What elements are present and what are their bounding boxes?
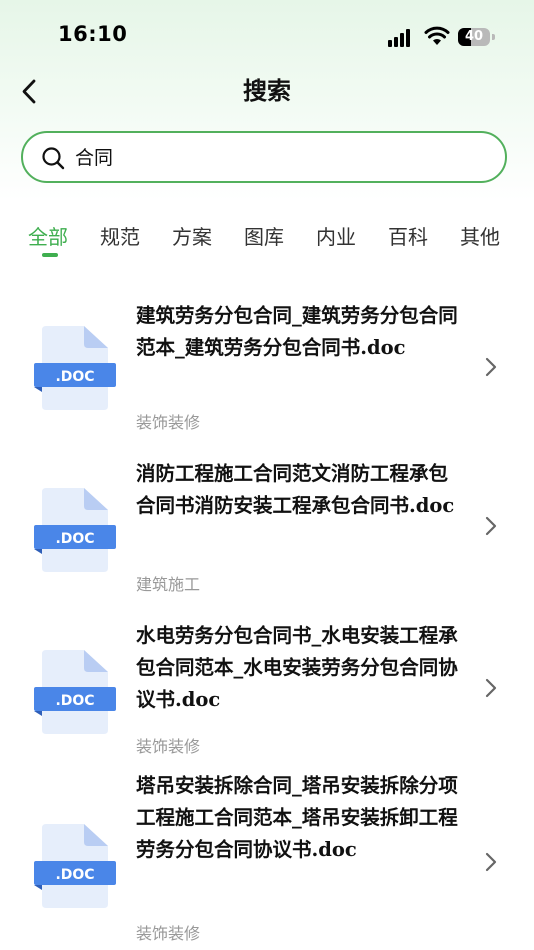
result-title: 消防工程施工合同范文消防工程承包合同书消防安装工程承包合同书.doc [136, 462, 455, 517]
doc-file-icon: .DOC [34, 488, 116, 572]
chevron-right-icon [485, 678, 497, 698]
battery-icon: 40 [458, 28, 490, 46]
file-type-label: .DOC [55, 531, 94, 547]
battery-level: 40 [464, 29, 484, 44]
doc-file-icon: .DOC [34, 326, 116, 410]
file-type-label: .DOC [55, 693, 94, 709]
battery-cap [492, 34, 495, 40]
chevron-right-icon [485, 852, 497, 872]
list-item[interactable]: .DOC 水电劳务分包合同书_水电安装工程承包合同范本_水电安装劳务分包合同协议… [0, 614, 534, 774]
tab-wiki[interactable]: 百科 [388, 222, 428, 252]
doc-file-icon: .DOC [34, 824, 116, 908]
signal-icon [388, 28, 416, 47]
result-category: 装饰装修 [136, 413, 201, 432]
list-item[interactable]: .DOC 塔吊安装拆除合同_塔吊安装拆除分项工程施工合同范本_塔吊安装拆卸工程劳… [0, 774, 534, 943]
result-category: 建筑施工 [136, 575, 201, 594]
tab-indicator [42, 253, 58, 257]
tab-all[interactable]: 全部 [28, 222, 68, 252]
chevron-right-icon [485, 516, 497, 536]
status-time: 16:10 [58, 22, 128, 46]
tab-other[interactable]: 其他 [460, 222, 500, 252]
search-input[interactable] [75, 133, 475, 180]
result-title: 建筑劳务分包合同_建筑劳务分包合同范本_建筑劳务分包合同书.doc [136, 304, 458, 359]
category-tabs: 全部 规范 方案 图库 内业 百科 其他 [0, 222, 534, 262]
search-icon [42, 147, 65, 170]
file-type-label: .DOC [55, 867, 94, 883]
tab-internal[interactable]: 内业 [316, 222, 356, 252]
chevron-right-icon [485, 357, 497, 377]
result-category: 装饰装修 [136, 737, 201, 756]
status-bar: 16:10 40 [0, 0, 534, 70]
file-type-label: .DOC [55, 369, 94, 385]
page-title: 搜索 [243, 77, 291, 105]
list-item[interactable]: .DOC 建筑劳务分包合同_建筑劳务分包合同范本_建筑劳务分包合同书.doc 装… [0, 288, 534, 448]
doc-file-icon: .DOC [34, 650, 116, 734]
wifi-icon [424, 26, 450, 45]
tab-standard[interactable]: 规范 [100, 222, 140, 252]
result-title: 塔吊安装拆除合同_塔吊安装拆除分项工程施工合同范本_塔吊安装拆卸工程劳务分包合同… [136, 774, 458, 861]
tab-gallery[interactable]: 图库 [244, 222, 284, 252]
search-box[interactable] [21, 131, 507, 183]
result-title: 水电劳务分包合同书_水电安装工程承包合同范本_水电安装劳务分包合同协议书.doc [136, 624, 458, 711]
result-category: 装饰装修 [136, 924, 201, 943]
tab-plan[interactable]: 方案 [172, 222, 212, 252]
list-item[interactable]: .DOC 消防工程施工合同范文消防工程承包合同书消防安装工程承包合同书.doc … [0, 452, 534, 612]
